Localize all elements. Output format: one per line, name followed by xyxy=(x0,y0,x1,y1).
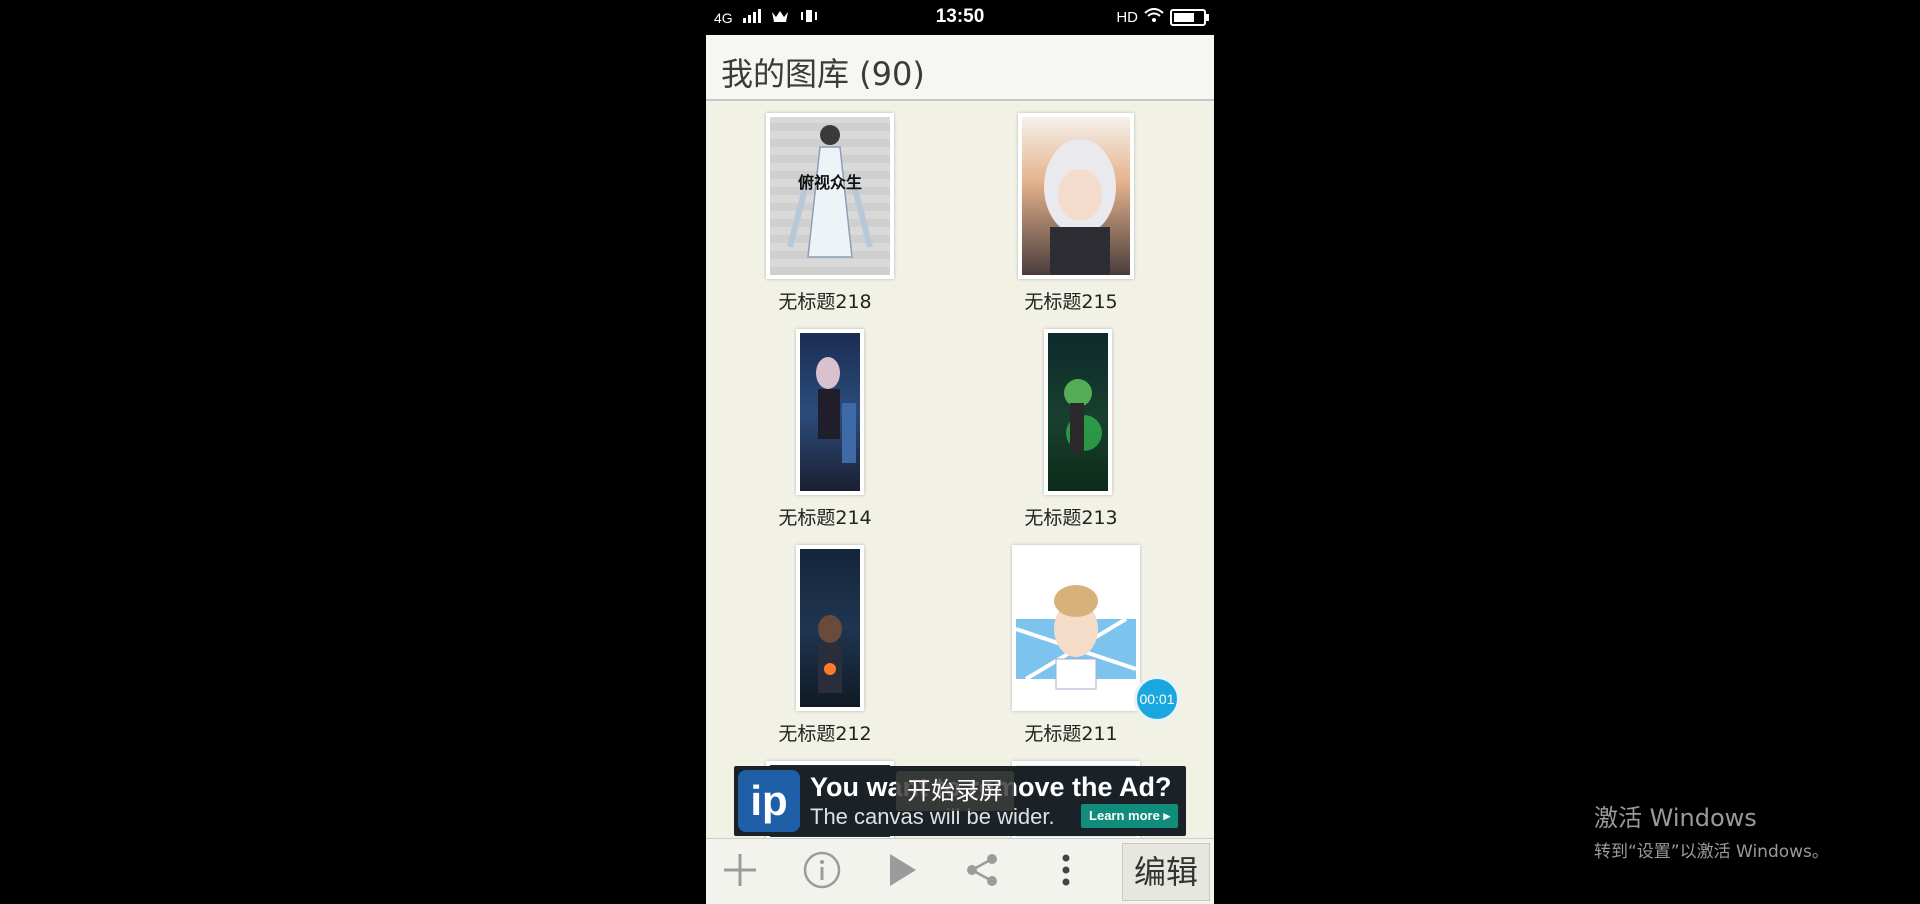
bottom-toolbar: 编辑 xyxy=(706,838,1214,904)
more-icon xyxy=(1060,852,1072,892)
page-title: 我的图库 (90) xyxy=(721,55,925,93)
hd-label: HD xyxy=(1116,9,1138,26)
add-icon xyxy=(722,852,758,892)
thumbnail-caption: 无标题211 xyxy=(1024,723,1118,745)
watermark-line-1: 激活 Windows xyxy=(1594,804,1757,832)
thumbnail-caption: 无标题213 xyxy=(1024,507,1118,529)
add-button[interactable] xyxy=(712,845,768,899)
ibis-paint-logo: ip xyxy=(738,770,800,832)
thumbnail-caption: 无标题215 xyxy=(1024,291,1118,313)
learn-more-label: Learn more xyxy=(1089,808,1160,823)
edit-button[interactable]: 编辑 xyxy=(1122,843,1210,901)
play-icon xyxy=(886,852,918,892)
play-button[interactable] xyxy=(874,845,930,899)
watermark-line-2: 转到“设置”以激活 Windows。 xyxy=(1594,842,1829,862)
windows-activation-watermark: 激活 Windows 转到“设置”以激活 Windows。 xyxy=(1594,798,1829,862)
info-button[interactable] xyxy=(794,845,850,899)
gallery-thumbnail[interactable] xyxy=(1044,329,1112,495)
play-triangle-icon: ▸ xyxy=(1163,808,1170,823)
status-right: HD xyxy=(1116,8,1209,27)
gallery-grid: 俯视众生 无标题218 无标题215 无标题214 无标题213 无标题212 … xyxy=(706,101,1214,838)
share-button[interactable] xyxy=(954,845,1010,899)
thumbnail-caption: 无标题212 xyxy=(778,723,872,745)
more-button[interactable] xyxy=(1038,845,1094,899)
learn-more-button[interactable]: Learn more ▸ xyxy=(1081,804,1178,828)
thumbnail-overlay-text: 俯视众生 xyxy=(797,173,862,192)
share-icon xyxy=(964,852,1000,892)
gallery-header: 我的图库 (90) xyxy=(706,35,1214,101)
battery-icon xyxy=(1170,9,1209,26)
gallery-thumbnail[interactable] xyxy=(1018,113,1134,279)
gallery-thumbnail[interactable] xyxy=(796,329,864,495)
gallery-thumbnail[interactable] xyxy=(796,545,864,711)
thumbnail-caption: 无标题218 xyxy=(778,291,872,313)
recording-timer-button[interactable]: 00:01 xyxy=(1134,676,1180,722)
thumbnail-caption: 无标题214 xyxy=(778,507,872,529)
info-icon xyxy=(803,851,841,893)
status-bar: 4G 13:50 HD xyxy=(706,0,1214,35)
phone-screen: 4G 13:50 HD 我的图库 (90) 俯视众生 无标题218 无标题215… xyxy=(706,0,1214,904)
wifi-icon xyxy=(1144,8,1164,27)
recording-toast: 开始录屏 xyxy=(896,771,1014,811)
gallery-thumbnail[interactable] xyxy=(1012,545,1140,711)
gallery-thumbnail[interactable]: 俯视众生 xyxy=(766,113,894,279)
